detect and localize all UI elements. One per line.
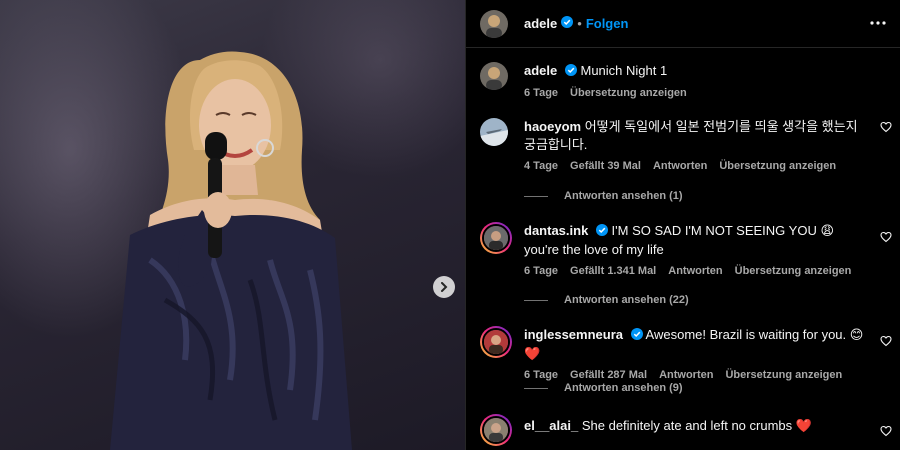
avatar[interactable]: [480, 118, 508, 146]
verified-badge-icon: [595, 223, 608, 241]
comment-meta: 4 Tage Gefällt 39 Mal Antworten Übersetz…: [524, 160, 900, 172]
reply-button[interactable]: Antworten: [653, 160, 707, 172]
comment-text: She definitely ate and left no crumbs ❤️: [581, 418, 812, 433]
caption-text: Munich Night 1: [580, 63, 668, 78]
divider: [524, 387, 548, 389]
comment-username[interactable]: inglessemneura: [524, 327, 623, 342]
comment-meta: 6 Tage Gefällt 287 Mal Antworten Überset…: [524, 369, 900, 381]
comment-item: haoeyom 어떻게 독일에서 일본 전범기를 띄울 생각을 했는지 궁금합니…: [480, 118, 900, 172]
caption-username[interactable]: adele: [524, 63, 557, 78]
comment-meta: 6 Tage Gefällt 1.341 Mal Antworten Übers…: [524, 265, 900, 277]
verified-badge-icon: [564, 63, 577, 81]
separator-dot: •: [577, 16, 582, 31]
view-replies-label: Antworten ansehen (1): [564, 190, 683, 202]
performer-photo: [110, 51, 352, 450]
divider: [524, 299, 548, 301]
post-media: [0, 0, 465, 450]
likes-count[interactable]: Gefällt 39 Mal: [570, 160, 641, 172]
translate-link[interactable]: Übersetzung anzeigen: [735, 265, 852, 277]
comment-username[interactable]: haoeyom: [524, 119, 581, 134]
comment-item: inglessemneura Awesome! Brazil is waitin…: [480, 326, 900, 381]
likes-count[interactable]: Gefällt 287 Mal: [570, 369, 647, 381]
post-header: adele • Folgen: [466, 0, 900, 48]
next-media-button[interactable]: [433, 276, 455, 298]
comment-username[interactable]: el__alai_: [524, 418, 578, 433]
post-caption: adele Munich Night 1 6 Tage Übersetzung …: [480, 62, 900, 99]
view-replies-button[interactable]: Antworten ansehen (1): [524, 190, 683, 202]
verified-badge-icon: [561, 15, 574, 33]
verified-badge-icon: [630, 327, 643, 345]
author-username[interactable]: adele: [524, 16, 557, 31]
heart-icon[interactable]: [880, 230, 892, 248]
translate-link[interactable]: Übersetzung anzeigen: [725, 369, 842, 381]
reply-button[interactable]: Antworten: [668, 265, 722, 277]
comment-item: el__alai_ She definitely ate and left no…: [480, 414, 900, 446]
timestamp[interactable]: 6 Tage: [524, 87, 558, 99]
translate-link[interactable]: Übersetzung anzeigen: [719, 160, 836, 172]
translate-link[interactable]: Übersetzung anzeigen: [570, 87, 687, 99]
avatar[interactable]: [480, 62, 508, 90]
timestamp[interactable]: 6 Tage: [524, 265, 558, 277]
follow-button[interactable]: Folgen: [586, 16, 629, 31]
heart-icon[interactable]: [880, 120, 892, 138]
caption-meta: 6 Tage Übersetzung anzeigen: [524, 87, 900, 99]
comment-username[interactable]: dantas.ink: [524, 223, 588, 238]
heart-icon[interactable]: [880, 424, 892, 442]
avatar[interactable]: [480, 222, 512, 254]
timestamp[interactable]: 4 Tage: [524, 160, 558, 172]
timestamp[interactable]: 6 Tage: [524, 369, 558, 381]
divider: [524, 195, 548, 197]
comment-item: dantas.ink I'M SO SAD I'M NOT SEEING YOU…: [480, 222, 900, 277]
more-options-icon[interactable]: [868, 13, 888, 38]
heart-icon[interactable]: [880, 334, 892, 352]
post-side-panel: adele • Folgen adele Munich Night 1 6 Ta…: [465, 0, 900, 450]
view-replies-label: Antworten ansehen (9): [564, 382, 683, 394]
likes-count[interactable]: Gefällt 1.341 Mal: [570, 265, 656, 277]
avatar[interactable]: [480, 9, 508, 38]
reply-button[interactable]: Antworten: [659, 369, 713, 381]
chevron-right-icon: [441, 282, 448, 292]
avatar[interactable]: [480, 326, 512, 358]
avatar[interactable]: [480, 414, 512, 446]
view-replies-label: Antworten ansehen (22): [564, 294, 689, 306]
view-replies-button[interactable]: Antworten ansehen (9): [524, 382, 683, 394]
view-replies-button[interactable]: Antworten ansehen (22): [524, 294, 689, 306]
